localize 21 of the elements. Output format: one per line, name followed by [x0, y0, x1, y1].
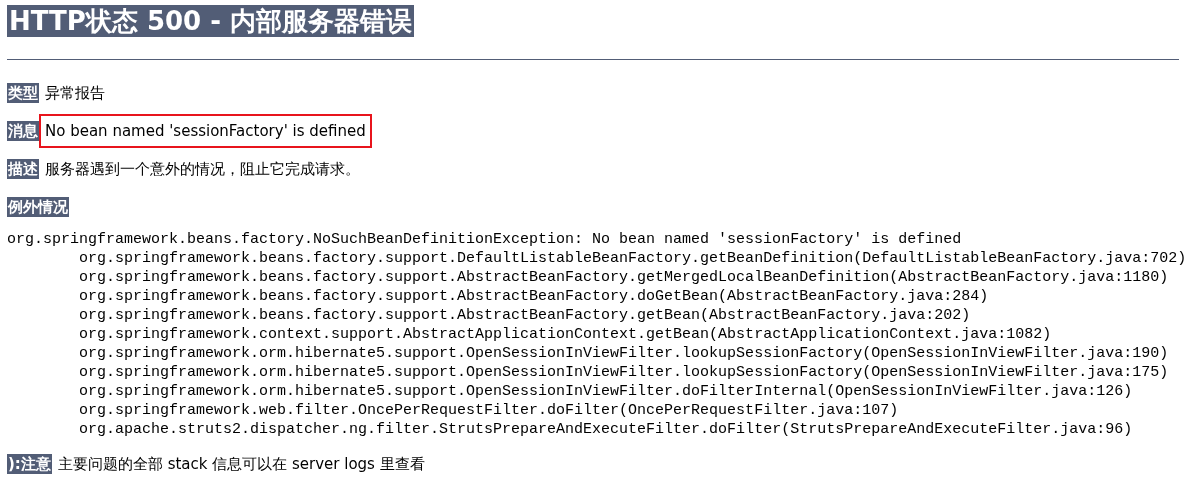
page-title: HTTP状态 500 - 内部服务器错误: [7, 5, 415, 37]
note-label: ):注意: [7, 454, 52, 474]
stack-trace-line: org.springframework.beans.factory.support.DefaultListableBeanFactory.getBeanDefinition(DefaultListableBeanFactory.java:702): [78, 249, 1186, 268]
field-label: 消息: [7, 121, 39, 141]
field-value: 异常报告: [44, 83, 106, 104]
stack-trace-line: org.springframework.orm.hibernate5.support.OpenSessionInViewFilter.doFilterInternal(OpenSessionInViewFilter.java:126): [78, 382, 1134, 401]
stack-trace-line: org.springframework.context.support.AbstractApplicationContext.getBean(AbstractApplicationContext.java:1082): [78, 325, 1053, 344]
stack-trace-line: org.springframework.web.filter.OncePerRequestFilter.doFilter(OncePerRequestFilter.java:107): [78, 401, 900, 420]
field-value: 服务器遇到一个意外的情况，阻止它完成请求。: [44, 159, 361, 180]
note-text: 主要问题的全部 stack 信息可以在 server logs 里查看: [56, 454, 426, 475]
section-label: 例外情况: [7, 197, 69, 217]
stack-trace-line: org.apache.struts2.dispatcher.ng.filter.StrutsPrepareAndExecuteFilter.doFilter(StrutsPrepareAndExecuteFilter.java:96): [78, 420, 1134, 439]
field-value: No bean named 'sessionFactory' is defined: [39, 114, 372, 148]
stack-trace-line: org.springframework.beans.factory.NoSuchBeanDefinitionException: No bean named 'sessionFactory' is defined: [7, 230, 963, 249]
field-label: 描述: [7, 159, 39, 179]
stack-trace-line: org.springframework.beans.factory.support.AbstractBeanFactory.getBean(AbstractBeanFactory.java:202): [78, 306, 972, 325]
stack-trace-line: org.springframework.orm.hibernate5.support.OpenSessionInViewFilter.lookupSessionFactory(OpenSessionInViewFilter.java:175): [78, 363, 1170, 382]
stack-trace-line: org.springframework.beans.factory.support.AbstractBeanFactory.doGetBean(AbstractBeanFactory.java:284): [78, 287, 990, 306]
stack-trace-line: org.springframework.orm.hibernate5.support.OpenSessionInViewFilter.lookupSessionFactory(OpenSessionInViewFilter.java:190): [78, 344, 1170, 363]
field-label: 类型: [7, 83, 39, 103]
stack-trace-line: org.springframework.beans.factory.support.AbstractBeanFactory.getMergedLocalBeanDefinition(AbstractBeanFactory.java:1180): [78, 268, 1170, 287]
